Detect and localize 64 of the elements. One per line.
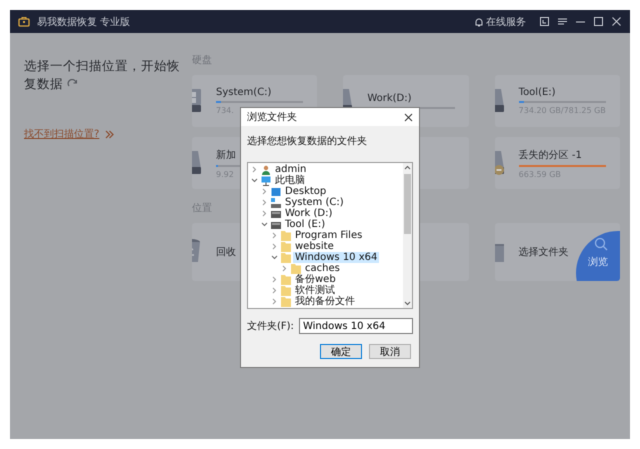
tree-item[interactable]: 此电脑 xyxy=(273,175,307,186)
chevron-down-icon[interactable] xyxy=(270,253,279,262)
location-name: Work(D:) xyxy=(367,93,412,104)
chevron-right-icon[interactable] xyxy=(270,297,279,306)
scroll-up-icon[interactable] xyxy=(404,165,411,170)
tree-item[interactable]: admin xyxy=(273,164,308,175)
chevron-down-icon[interactable] xyxy=(260,220,269,229)
scrollbar[interactable] xyxy=(403,163,412,308)
location-card[interactable]: 选择文件夹 浏览 xyxy=(494,223,620,281)
chevron-right-icon[interactable] xyxy=(270,275,279,284)
tree-item[interactable]: caches xyxy=(303,263,342,274)
chevron-right-icon[interactable] xyxy=(280,264,289,273)
bell-icon xyxy=(475,16,483,26)
scroll-down-icon[interactable] xyxy=(404,301,411,306)
page-heading: 选择一个扫描位置，开始恢复数据 xyxy=(24,57,180,93)
dialog-title: 浏览文件夹 xyxy=(247,110,297,124)
chevron-right-icon[interactable] xyxy=(270,231,279,240)
maximize-icon[interactable] xyxy=(593,16,604,27)
tree-item[interactable]: 备份web xyxy=(293,274,338,285)
location-name: Tool(E:) xyxy=(518,87,556,98)
chevron-right-icon[interactable] xyxy=(250,165,259,174)
window-title: 易我数据恢复 专业版 xyxy=(37,16,132,28)
tree-item[interactable]: Windows 10 x64 xyxy=(293,252,380,263)
chevron-right-icon[interactable] xyxy=(270,242,279,251)
location-name: 选择文件夹 xyxy=(518,246,569,259)
close-icon[interactable] xyxy=(611,16,622,27)
folder-input[interactable]: Windows 10 x64 xyxy=(298,318,413,334)
system-drive-icon xyxy=(271,198,281,208)
field-label: 文件夹(F): xyxy=(247,320,294,333)
tree-item[interactable]: website xyxy=(293,241,336,252)
toolbox-icon xyxy=(18,16,30,27)
chevron-right-icon[interactable] xyxy=(270,286,279,295)
tree-item[interactable]: Work (D:) xyxy=(283,208,334,219)
location-name: 新加 xyxy=(216,148,236,162)
drive-icon xyxy=(271,220,281,230)
search-icon xyxy=(594,237,608,251)
tree-item[interactable]: 我的备份文件 xyxy=(293,296,357,307)
location-name: 回收 xyxy=(216,246,236,259)
chevron-down-icon[interactable] xyxy=(250,176,259,185)
tree-item[interactable]: 软件测试 xyxy=(293,285,337,296)
chevron-right-icon[interactable] xyxy=(260,187,269,196)
ok-button[interactable]: 确定 xyxy=(320,344,362,359)
tree-item[interactable]: Program Files xyxy=(293,230,364,241)
location-name: 丢失的分区 -1 xyxy=(518,148,582,162)
user-icon xyxy=(261,164,271,174)
dialog-prompt: 选择您想恢复数据的文件夹 xyxy=(247,134,368,148)
menu-icon[interactable] xyxy=(557,16,568,27)
browse-button[interactable]: 浏览 xyxy=(576,231,620,281)
chevron-right-icon[interactable] xyxy=(260,198,269,207)
online-service-link[interactable]: 在线服务 xyxy=(475,14,526,28)
drive-icon xyxy=(271,208,281,218)
cancel-button[interactable]: 取消 xyxy=(369,344,411,359)
account-icon[interactable] xyxy=(539,16,550,27)
tree-item[interactable]: Desktop xyxy=(283,186,328,197)
double-chevron-icon xyxy=(105,130,114,138)
computer-icon xyxy=(261,176,271,186)
close-icon xyxy=(404,112,413,122)
scrollbar-thumb[interactable] xyxy=(404,174,411,234)
desktop-icon xyxy=(271,186,281,196)
tree-item[interactable]: System (C:) xyxy=(283,197,346,208)
close-button[interactable] xyxy=(404,112,413,122)
tree-item[interactable]: Tool (E:) xyxy=(283,219,328,230)
chevron-right-icon[interactable] xyxy=(260,209,269,218)
location-name: System(C:) xyxy=(216,87,272,98)
